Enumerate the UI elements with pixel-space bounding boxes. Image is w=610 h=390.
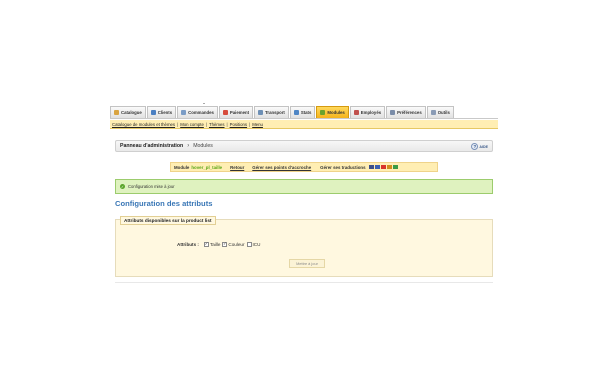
tab-catalogue[interactable]: Catalogue [110, 106, 146, 118]
main-tab-bar: Catalogue Clients Commandes Paiement Transpo… [110, 106, 498, 119]
tab-employes[interactable]: Employés [349, 106, 386, 118]
de-flag-icon[interactable] [386, 165, 392, 169]
es-flag-icon[interactable] [380, 165, 386, 169]
back-link[interactable]: Retour [230, 165, 244, 170]
help-button[interactable]: ? AIDE [471, 143, 488, 150]
tab-preferences[interactable]: Préférences [386, 106, 426, 118]
translations-label: Gérer ses traductions [320, 164, 366, 170]
update-button[interactable]: Mettre à jour [289, 259, 325, 268]
it-flag-icon[interactable] [392, 165, 398, 169]
tab-paiement[interactable]: Paiement [218, 106, 254, 118]
breadcrumb-arrow-icon: › [187, 143, 190, 149]
module-name: hover_pl_taille [191, 164, 223, 170]
decorative-mark [203, 103, 205, 104]
modules-icon [320, 110, 326, 115]
customers-icon [150, 110, 156, 115]
attribute-option-label: Couleur [228, 242, 245, 247]
tab-label: Clients [157, 110, 173, 115]
admin-panel: Catalogue Clients Commandes Paiement Transpo… [110, 106, 498, 284]
attributes-label: Attributs : [177, 242, 199, 247]
submenu-separator: | [177, 121, 179, 127]
submenu-item[interactable]: Catalogue de modules et thèmes [112, 122, 175, 127]
fr-flag-icon[interactable] [374, 165, 380, 169]
tab-label: Catalogue [121, 110, 142, 115]
stats-icon [293, 110, 299, 115]
submenu-item[interactable]: Positions [230, 122, 247, 127]
module-label: Module [174, 164, 190, 170]
tab-commandes[interactable]: Commandes [177, 106, 218, 118]
catalog-icon [114, 110, 119, 115]
tab-label: Stats [300, 110, 312, 115]
success-icon: ✓ [120, 184, 125, 189]
tab-label: Paiement [229, 110, 250, 115]
en-flag-icon[interactable] [368, 165, 374, 169]
shipping-icon [258, 110, 264, 115]
attribute-option-label: ICU [252, 242, 261, 247]
module-toolbar: Module hover_pl_taille Retour Gérer ses … [170, 162, 438, 172]
help-icon: ? [471, 143, 479, 150]
tab-label: Employés [360, 110, 382, 115]
employees-icon [353, 110, 359, 115]
preferences-icon [390, 110, 396, 115]
payment-icon [222, 110, 228, 115]
tab-stats[interactable]: Stats [289, 106, 316, 118]
tab-label: Outils [437, 110, 450, 115]
tab-transport[interactable]: Transport [254, 106, 289, 118]
section-title: Configuration des attributs [115, 199, 213, 208]
tab-label: Préférences [397, 110, 422, 115]
submenu-item[interactable]: Menu [252, 122, 263, 127]
breadcrumb: Panneau d'administration › Modules ? AID… [115, 140, 493, 152]
language-flags [368, 165, 399, 169]
tab-outils[interactable]: Outils [426, 106, 454, 118]
attributes-row: Attributs : ✓ Taille ✓ Couleur ICU [177, 242, 262, 247]
attribute-checkbox[interactable] [246, 242, 252, 247]
breadcrumb-root: Panneau d'administration [120, 143, 184, 149]
sub-menu: Catalogue de modules et thèmes | Mon compt… [110, 120, 498, 129]
tab-clients[interactable]: Clients [146, 106, 177, 118]
tab-label: Modules [327, 110, 345, 115]
help-label: AIDE [479, 144, 488, 149]
attribute-checkbox[interactable]: ✓ [222, 242, 228, 247]
attributes-fieldset: Attributs disponibles sur la product lis… [115, 216, 493, 277]
tab-label: Commandes [188, 110, 214, 115]
divider [115, 282, 493, 283]
confirmation-message: ✓ Configuration mise à jour [115, 179, 493, 194]
submenu-separator: | [226, 121, 228, 127]
fieldset-legend: Attributs disponibles sur la product lis… [120, 216, 216, 225]
tab-label: Transport [265, 110, 285, 115]
confirmation-text: Configuration mise à jour [128, 184, 175, 189]
attribute-option-label: Taille [209, 242, 221, 247]
tab-modules[interactable]: Modules [316, 106, 349, 118]
orders-icon [181, 110, 187, 115]
manage-hooks-link[interactable]: Gérer ses points d'accroche [252, 165, 311, 170]
submenu-separator: | [205, 121, 207, 127]
attribute-checkbox[interactable]: ✓ [203, 242, 209, 247]
breadcrumb-current: Modules [193, 143, 213, 149]
submenu-item[interactable]: Thèmes [209, 122, 225, 127]
submenu-item[interactable]: Mon compte [180, 122, 204, 127]
submenu-separator: | [249, 121, 251, 127]
tools-icon [430, 110, 436, 115]
